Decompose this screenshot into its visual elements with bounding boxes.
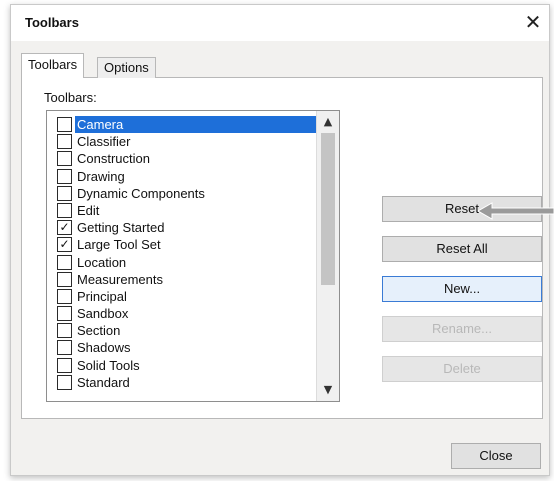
- checkbox[interactable]: [57, 202, 72, 218]
- list-item-label: Shadows: [77, 340, 131, 356]
- checkbox[interactable]: [57, 168, 72, 184]
- list-item[interactable]: Edit: [47, 202, 313, 219]
- list-item[interactable]: Location: [47, 254, 313, 271]
- list-item-label: Construction: [77, 151, 150, 167]
- dialog-title: Toolbars: [25, 15, 79, 30]
- list-item-label: Camera: [75, 116, 317, 133]
- list-item-label: Solid Tools: [77, 357, 140, 373]
- list-item-label: Section: [77, 323, 121, 339]
- scroll-up-icon[interactable]: ▲: [317, 113, 339, 131]
- toolbars-dialog: Toolbars ✕ Toolbars Options Toolbars: Ca…: [10, 4, 550, 476]
- list-item-label: Classifier: [77, 134, 131, 150]
- list-item-label: Dynamic Components: [77, 185, 205, 201]
- list-item[interactable]: Construction: [47, 150, 313, 167]
- list-item-label: Location: [77, 254, 127, 270]
- checkbox[interactable]: [57, 254, 72, 270]
- checkbox[interactable]: ✓: [57, 237, 72, 253]
- list-item-label: Large Tool Set: [77, 237, 161, 253]
- checkbox[interactable]: [57, 323, 72, 339]
- checkbox[interactable]: [57, 288, 72, 304]
- checkbox[interactable]: [57, 117, 72, 132]
- list-item[interactable]: Camera: [47, 116, 317, 133]
- scroll-down-icon[interactable]: ▼: [317, 381, 339, 399]
- list-scrollbar[interactable]: ▲ ▼: [316, 111, 339, 401]
- checkbox[interactable]: [57, 357, 72, 373]
- checkbox[interactable]: ✓: [57, 220, 72, 236]
- list-item-label: Sandbox: [77, 306, 129, 322]
- reset-all-button[interactable]: Reset All: [382, 236, 542, 262]
- list-item[interactable]: Measurements: [47, 271, 313, 288]
- toolbars-list-label: Toolbars:: [44, 90, 97, 105]
- list-item[interactable]: Drawing: [47, 168, 313, 185]
- checkbox[interactable]: [57, 374, 72, 390]
- checkbox[interactable]: [57, 134, 72, 150]
- checkbox[interactable]: [57, 340, 72, 356]
- rename-button[interactable]: Rename...: [382, 316, 542, 342]
- list-item[interactable]: Shadows: [47, 339, 313, 356]
- list-item[interactable]: ✓ Getting Started: [47, 219, 313, 236]
- list-item[interactable]: Classifier: [47, 133, 313, 150]
- close-icon[interactable]: ✕: [521, 11, 545, 33]
- list-item-label: Principal: [77, 288, 127, 304]
- list-item-label: Measurements: [77, 271, 163, 287]
- tab-panel: Toolbars: Camera Classifier Construction Dr…: [21, 77, 543, 419]
- list-item[interactable]: Principal: [47, 288, 313, 305]
- checkbox[interactable]: [57, 271, 72, 287]
- list-item-label: Drawing: [77, 168, 125, 184]
- list-item[interactable]: Solid Tools: [47, 357, 313, 374]
- toolbars-list-items: Camera Classifier Construction Drawing Dynam…: [47, 116, 317, 391]
- checkbox[interactable]: [57, 151, 72, 167]
- checkbox[interactable]: [57, 185, 72, 201]
- checkbox[interactable]: [57, 306, 72, 322]
- close-button[interactable]: Close: [451, 443, 541, 469]
- list-item[interactable]: Standard: [47, 374, 313, 391]
- scrollbar-thumb[interactable]: [321, 133, 335, 285]
- tab-toolbars[interactable]: Toolbars: [21, 53, 85, 78]
- toolbars-listbox[interactable]: Camera Classifier Construction Drawing Dynam…: [46, 110, 340, 402]
- new-button[interactable]: New...: [382, 276, 542, 302]
- list-item-label: Edit: [77, 202, 100, 218]
- title-bar: Toolbars ✕: [11, 5, 549, 41]
- list-item-label: Standard: [77, 374, 130, 390]
- list-item[interactable]: Dynamic Components: [47, 185, 313, 202]
- pointer-arrow-icon: [478, 202, 554, 220]
- delete-button[interactable]: Delete: [382, 356, 542, 382]
- list-item-label: Getting Started: [77, 220, 165, 236]
- list-item[interactable]: Sandbox: [47, 305, 313, 322]
- tab-options[interactable]: Options: [97, 57, 156, 78]
- list-item[interactable]: Section: [47, 322, 313, 339]
- list-item[interactable]: ✓ Large Tool Set: [47, 236, 313, 253]
